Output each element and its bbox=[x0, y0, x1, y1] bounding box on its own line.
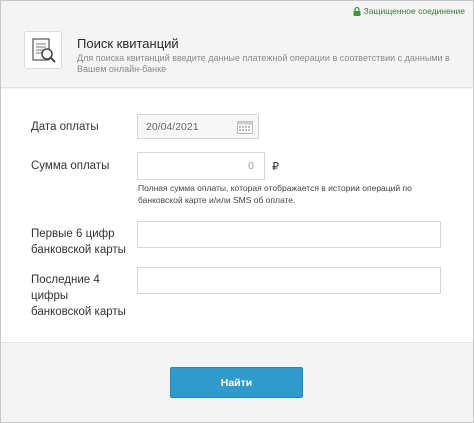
receipt-search-icon bbox=[24, 31, 62, 69]
dialog-header: Защищенное соединение bbox=[1, 1, 473, 88]
search-button[interactable]: Найти bbox=[170, 367, 303, 398]
date-label: Дата оплаты bbox=[31, 121, 99, 133]
last4-field[interactable] bbox=[137, 267, 441, 294]
amount-hint: Полная сумма оплаты, которая отображаетс… bbox=[138, 183, 412, 205]
page-subtitle: Для поиска квитанций введите данные плат… bbox=[77, 53, 450, 74]
page-title: Поиск квитанций bbox=[77, 36, 179, 51]
date-field[interactable]: 20/04/2021 bbox=[137, 114, 259, 139]
date-value: 20/04/2021 bbox=[146, 121, 199, 133]
calendar-icon[interactable] bbox=[237, 120, 253, 134]
currency-symbol: ₽ bbox=[272, 161, 279, 173]
first6-label: Первые 6 цифр банковской карты bbox=[31, 228, 126, 256]
secure-connection-badge: Защищенное соединение bbox=[353, 6, 465, 16]
last4-label: Последние 4 цифры банковской карты bbox=[31, 274, 126, 318]
secure-connection-label: Защищенное соединение bbox=[363, 6, 465, 16]
lock-icon bbox=[353, 6, 361, 16]
amount-field[interactable]: 0 bbox=[137, 152, 265, 180]
first6-field[interactable] bbox=[137, 221, 441, 248]
amount-label: Сумма оплаты bbox=[31, 160, 110, 172]
